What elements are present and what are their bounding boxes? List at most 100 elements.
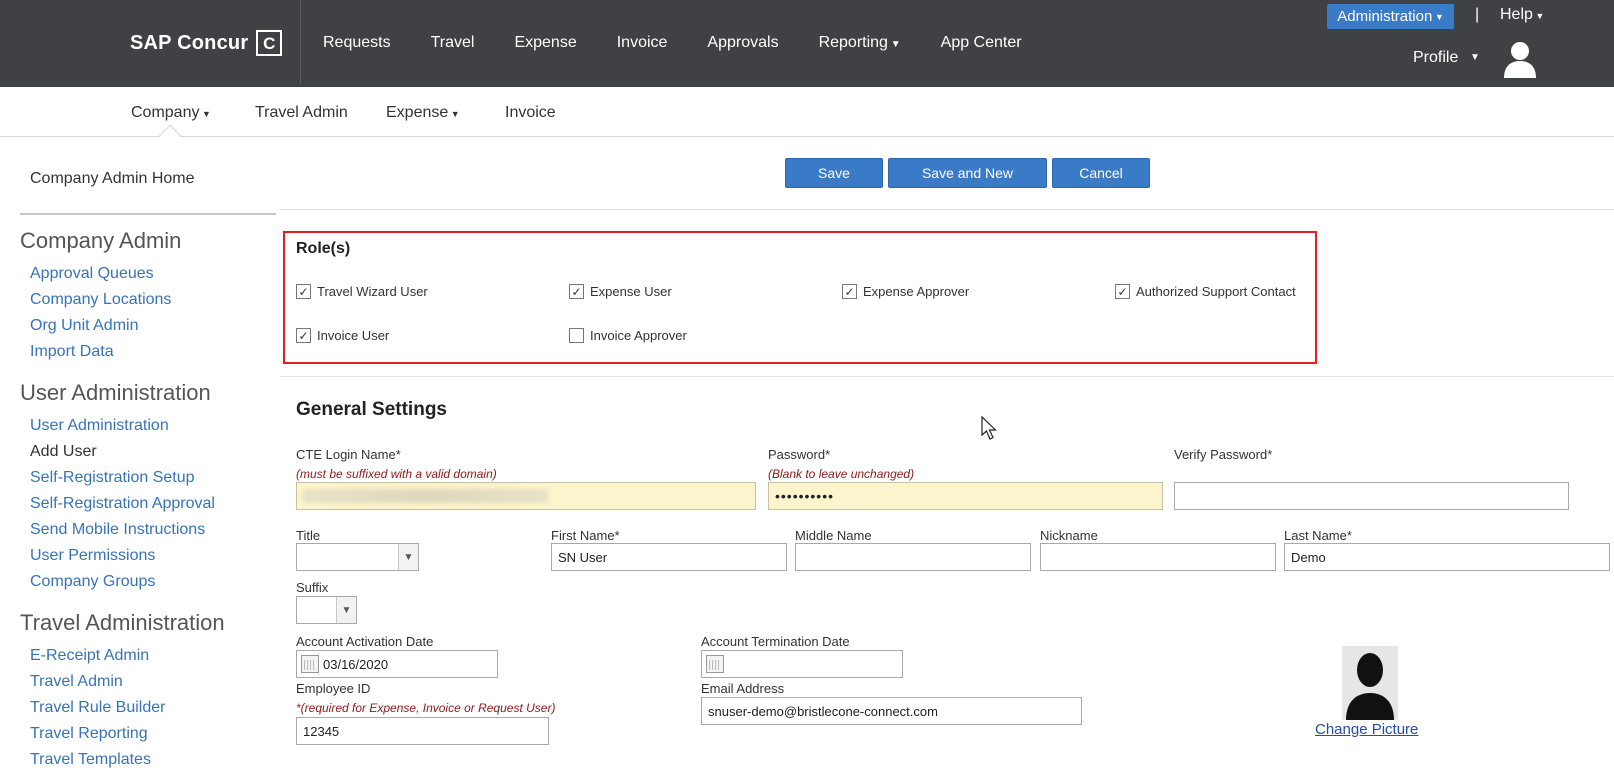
help-menu[interactable]: Help ▼: [1500, 6, 1544, 24]
concur-mark-icon: C: [256, 30, 283, 56]
caret-down-icon: ▼: [1532, 11, 1545, 21]
cancel-button[interactable]: Cancel: [1052, 158, 1150, 188]
subnav-company-label: Company: [131, 104, 200, 121]
termination-date-field[interactable]: [701, 650, 903, 678]
role-label: Authorized Support Contact: [1136, 284, 1296, 299]
sidebar-link-send-mobile-instructions[interactable]: Send Mobile Instructions: [30, 521, 205, 539]
profile-menu[interactable]: Profile: [1413, 49, 1458, 67]
nav-travel[interactable]: Travel: [431, 34, 475, 52]
role-invoice-user[interactable]: ✓ Invoice User: [296, 328, 389, 343]
change-picture-link[interactable]: Change Picture: [1315, 721, 1418, 738]
sidebar-link-company-locations[interactable]: Company Locations: [30, 291, 171, 309]
last-name-label: Last Name*: [1284, 528, 1352, 543]
brand-name: SAP Concur: [130, 31, 249, 54]
admin-subnav: Company ▼ Travel Admin Expense ▼ Invoice: [0, 87, 1614, 148]
role-travel-wizard-user[interactable]: ✓ Travel Wizard User: [296, 284, 428, 299]
calendar-icon[interactable]: [706, 655, 724, 673]
suffix-select[interactable]: ▼: [296, 596, 357, 624]
nav-requests[interactable]: Requests: [323, 34, 391, 52]
sidebar-link-add-user[interactable]: Add User: [30, 443, 97, 461]
sidebar-link-company-groups[interactable]: Company Groups: [30, 573, 155, 591]
activation-date-value: 03/16/2020: [323, 656, 389, 672]
subnav-invoice[interactable]: Invoice: [505, 104, 556, 122]
role-expense-user[interactable]: ✓ Expense User: [569, 284, 672, 299]
sidebar-link-org-unit-admin[interactable]: Org Unit Admin: [30, 317, 138, 335]
checkbox-checked-icon[interactable]: ✓: [1115, 284, 1130, 299]
sidebar-link-self-registration-approval[interactable]: Self-Registration Approval: [30, 495, 215, 513]
sidebar-link-user-permissions[interactable]: User Permissions: [30, 547, 155, 565]
login-name-field[interactable]: [296, 482, 756, 510]
company-admin-home-link[interactable]: Company Admin Home: [30, 170, 195, 188]
role-label: Invoice User: [317, 328, 390, 343]
sidebar-link-travel-admin[interactable]: Travel Admin: [30, 673, 123, 691]
employee-id-note-text: (required for Expense, Invoice or Reques…: [300, 701, 556, 715]
role-authorized-support-contact[interactable]: ✓ Authorized Support Contact: [1115, 284, 1296, 299]
title-select[interactable]: ▼: [296, 543, 419, 571]
middle-name-field[interactable]: [795, 543, 1031, 571]
subnav-expense-label: Expense: [386, 104, 449, 121]
checkbox-checked-icon[interactable]: ✓: [842, 284, 857, 299]
subnav-expense[interactable]: Expense ▼: [386, 104, 460, 122]
checkbox-checked-icon[interactable]: ✓: [569, 284, 584, 299]
activation-date-field[interactable]: 03/16/2020: [296, 650, 498, 678]
caret-down-icon[interactable]: ▼: [1470, 52, 1480, 63]
subnav-company[interactable]: Company ▼: [131, 104, 211, 122]
nav-app-center[interactable]: App Center: [941, 34, 1022, 52]
sidebar-link-import-data[interactable]: Import Data: [30, 343, 114, 361]
first-name-label: First Name*: [551, 528, 620, 543]
user-avatar-icon[interactable]: [1503, 40, 1537, 78]
nickname-field[interactable]: [1040, 543, 1276, 571]
calendar-icon[interactable]: [301, 655, 319, 673]
role-label: Invoice Approver: [590, 328, 687, 343]
nav-reporting-label: Reporting: [818, 34, 888, 51]
nav-expense[interactable]: Expense: [514, 34, 576, 52]
sidebar-link-self-registration-setup[interactable]: Self-Registration Setup: [30, 469, 195, 487]
password-field[interactable]: ••••••••••: [768, 482, 1163, 510]
save-button[interactable]: Save: [785, 158, 883, 188]
mouse-cursor-icon: [981, 416, 997, 440]
save-and-new-button[interactable]: Save and New: [888, 158, 1047, 188]
administration-menu[interactable]: Administration ▼: [1327, 4, 1454, 29]
login-name-label: CTE Login Name*: [296, 447, 401, 462]
sidebar-link-approval-queues[interactable]: Approval Queues: [30, 265, 154, 283]
role-label: Expense Approver: [863, 284, 970, 299]
sidebar-link-e-receipt-admin[interactable]: E-Receipt Admin: [30, 647, 149, 665]
section-travel-administration: Travel Administration: [20, 610, 225, 635]
sidebar-link-travel-reporting[interactable]: Travel Reporting: [30, 725, 148, 743]
employee-id-field[interactable]: 12345: [296, 717, 549, 745]
email-address-label: Email Address: [701, 681, 785, 696]
subnav-travel-admin[interactable]: Travel Admin: [255, 104, 348, 122]
checkbox-checked-icon[interactable]: ✓: [296, 284, 311, 299]
email-address-field[interactable]: snuser-demo@bristlecone-connect.com: [701, 697, 1082, 725]
section-company-admin: Company Admin: [20, 228, 182, 253]
sidebar-link-travel-rule-builder[interactable]: Travel Rule Builder: [30, 699, 165, 717]
role-expense-approver[interactable]: ✓ Expense Approver: [842, 284, 969, 299]
checkbox-checked-icon[interactable]: ✓: [296, 328, 311, 343]
role-invoice-approver[interactable]: Invoice Approver: [569, 328, 687, 343]
sidebar-divider: [20, 213, 276, 215]
nickname-label: Nickname: [1040, 528, 1098, 543]
header-separator: |: [1475, 6, 1480, 23]
top-bar: SAP Concur C Requests Travel Expense Inv…: [0, 0, 1614, 87]
role-label: Travel Wizard User: [317, 284, 428, 299]
password-note: (Blank to leave unchanged): [768, 467, 915, 481]
nav-reporting[interactable]: Reporting ▼: [819, 34, 901, 52]
sidebar-link-user-administration[interactable]: User Administration: [30, 417, 169, 435]
chevron-down-icon: ▼: [398, 544, 418, 570]
person-silhouette-icon: [1346, 653, 1394, 720]
title-label: Title: [296, 528, 321, 543]
logo-divider: [300, 0, 301, 84]
sidebar-link-travel-templates[interactable]: Travel Templates: [30, 751, 151, 769]
chevron-down-icon: ▼: [336, 597, 356, 623]
administration-label: Administration: [1337, 8, 1433, 25]
roles-heading: Role(s): [296, 240, 351, 257]
last-name-field[interactable]: Demo: [1284, 543, 1610, 571]
first-name-field[interactable]: SN User: [551, 543, 787, 571]
nav-approvals[interactable]: Approvals: [707, 34, 778, 52]
nav-invoice[interactable]: Invoice: [617, 34, 668, 52]
sap-concur-logo[interactable]: SAP Concur C: [130, 30, 283, 56]
checkbox-unchecked-icon[interactable]: [569, 328, 584, 343]
verify-password-field[interactable]: [1174, 482, 1569, 510]
activation-date-label: Account Activation Date: [296, 634, 434, 649]
profile-picture: [1342, 646, 1398, 720]
